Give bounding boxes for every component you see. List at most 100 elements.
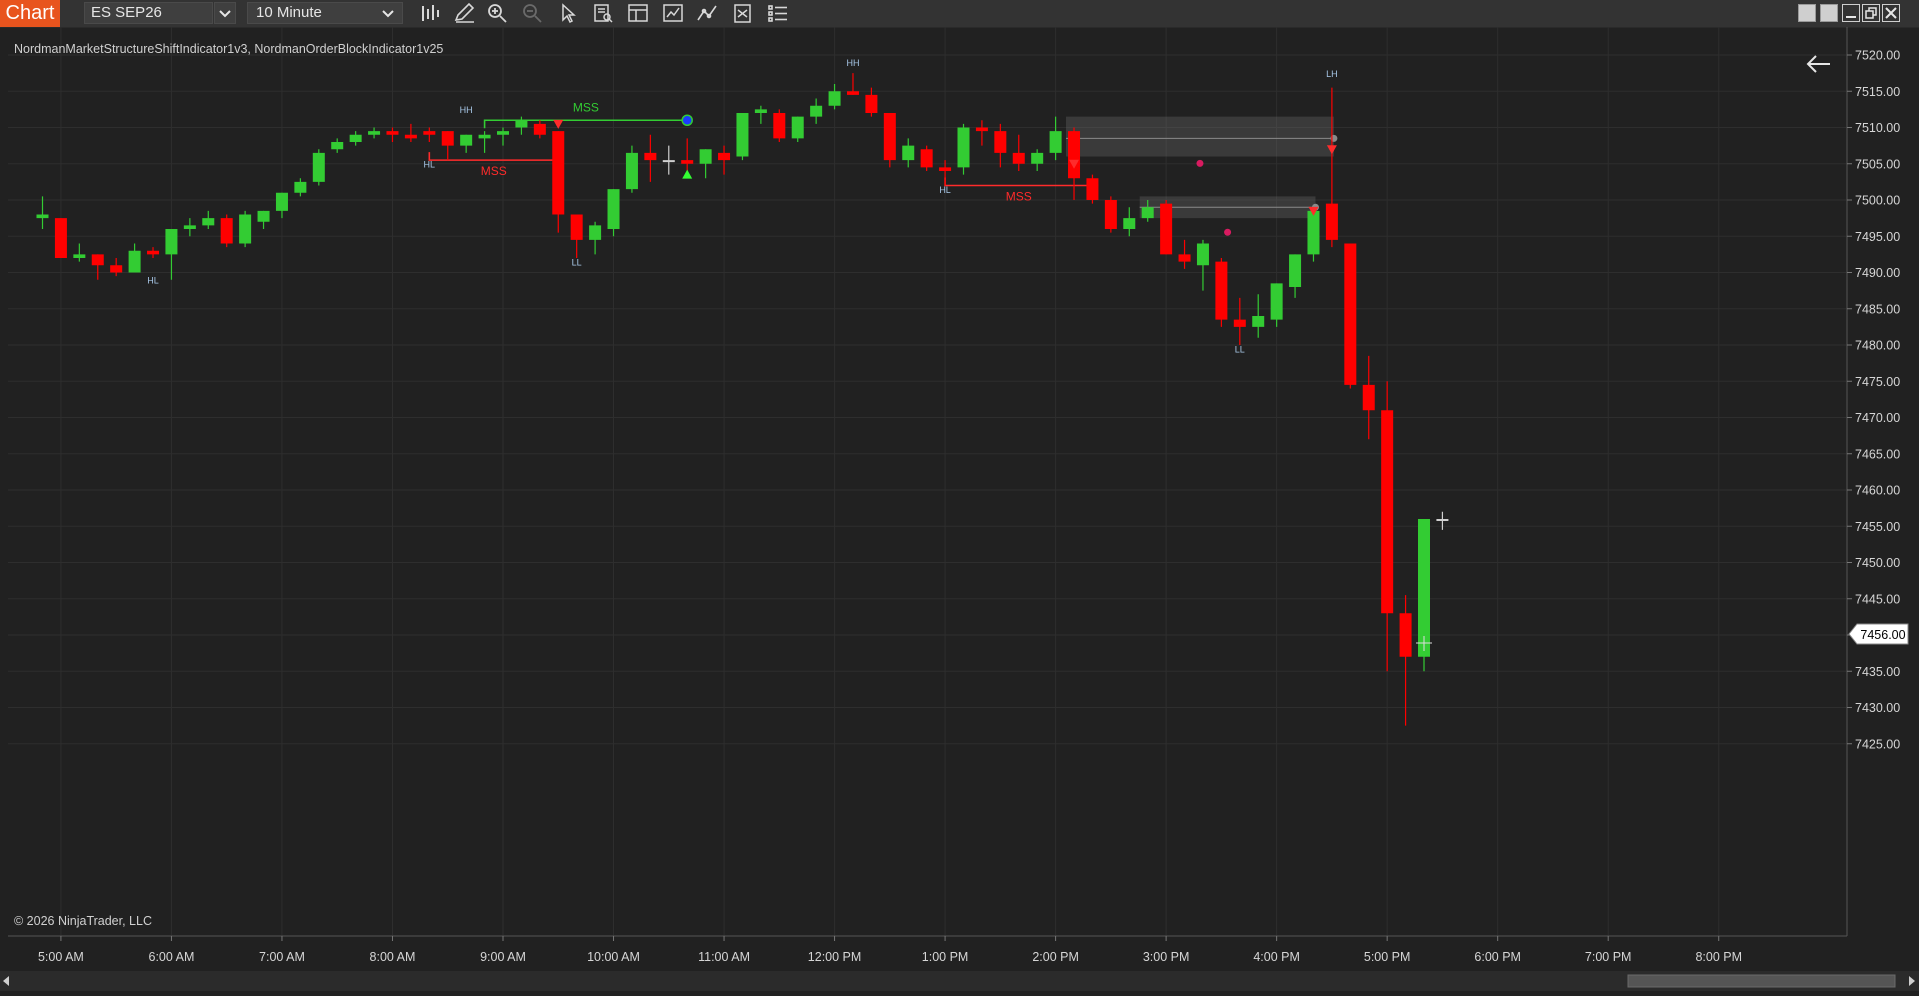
restore-button[interactable] <box>1798 4 1816 22</box>
chevron-down-icon <box>219 10 231 18</box>
candle-body <box>73 254 86 258</box>
candle-body <box>810 105 823 117</box>
price-axis: 7520.00 7515.00 7510.00 7505.00 7500.00 7495.… <box>1847 49 1900 751</box>
current-price-marker: 7456.00 <box>1848 623 1909 645</box>
strategies-button[interactable] <box>660 2 686 24</box>
price-tick-label: 7515.00 <box>1855 85 1900 99</box>
time-tick-label: 5:00 PM <box>1364 950 1411 964</box>
candle-body <box>1012 152 1025 164</box>
instrument-dropdown-button[interactable] <box>214 2 236 24</box>
candle-body <box>552 131 565 215</box>
candle-body <box>883 113 896 161</box>
maximize-button[interactable] <box>1862 4 1880 22</box>
candle-body <box>939 167 952 171</box>
candle-body <box>1160 203 1173 255</box>
candle-body <box>423 131 436 135</box>
candle-body <box>1325 203 1338 240</box>
minimize-button[interactable] <box>1842 4 1860 22</box>
time-tick-label: 5:00 AM <box>38 950 84 964</box>
candle-body <box>920 149 933 168</box>
candle-body <box>294 181 307 193</box>
candle-body <box>865 94 878 113</box>
pointer-icon <box>562 3 576 24</box>
time-tick-label: 3:00 PM <box>1143 950 1190 964</box>
indicators-button[interactable] <box>695 2 721 24</box>
zoom-in-button[interactable] <box>485 2 511 24</box>
close-icon <box>1885 7 1897 19</box>
candle-body <box>718 152 731 161</box>
zoom-in-icon <box>488 4 507 23</box>
candle-body <box>441 131 454 146</box>
properties-button[interactable] <box>625 2 651 24</box>
price-chart[interactable]: 7520.00 7515.00 7510.00 7505.00 7500.00 7495.… <box>0 27 1919 971</box>
templates-icon <box>734 4 751 23</box>
time-tick-label: 4:00 PM <box>1253 950 1300 964</box>
instrument-selector[interactable]: ES SEP26 <box>84 2 213 24</box>
price-tick-label: 7500.00 <box>1855 194 1900 208</box>
time-scrollbar[interactable] <box>0 971 1919 991</box>
interval-selector[interactable]: 10 Minute <box>247 2 403 24</box>
candle-body <box>1399 613 1412 657</box>
back-arrow-icon[interactable] <box>1806 55 1830 73</box>
candle-body <box>1123 218 1136 229</box>
structure-label: HH <box>846 58 859 68</box>
current-price-value: 7456.00 <box>1860 628 1905 642</box>
time-tick-label: 1:00 PM <box>922 950 969 964</box>
time-tick-label: 7:00 AM <box>259 950 305 964</box>
data-box-button[interactable] <box>590 2 616 24</box>
scroll-right-icon[interactable] <box>1909 976 1915 986</box>
candle-body <box>147 250 160 255</box>
candle-body <box>662 160 675 163</box>
pointer-button[interactable] <box>555 2 581 24</box>
price-tick-label: 7505.00 <box>1855 157 1900 171</box>
candle-body <box>699 149 712 164</box>
scroll-left-icon[interactable] <box>3 976 9 986</box>
bar-type-button[interactable] <box>417 2 443 24</box>
bar-type-icon <box>422 5 439 21</box>
candle-body <box>1049 131 1062 153</box>
zoom-out-button[interactable] <box>520 2 546 24</box>
chart-tab[interactable]: Chart <box>0 0 60 27</box>
candle-body <box>607 189 620 229</box>
time-tick-label: 2:00 PM <box>1032 950 1079 964</box>
tile-button[interactable] <box>1820 4 1838 22</box>
menu-button[interactable] <box>765 2 791 24</box>
candle-body <box>975 127 988 132</box>
price-tick-label: 7455.00 <box>1855 520 1900 534</box>
candle-body <box>1307 210 1320 255</box>
drawing-tool-button[interactable] <box>451 2 477 24</box>
time-axis: 5:00 AM 6:00 AM 7:00 AM 8:00 AM 9:00 AM 10:00… <box>38 936 1742 964</box>
candle-body <box>736 113 749 157</box>
price-tick-label: 7435.00 <box>1855 665 1900 679</box>
candle-body <box>1233 319 1246 327</box>
candle-body <box>1104 200 1117 229</box>
templates-button[interactable] <box>730 2 756 24</box>
price-tick-label: 7470.00 <box>1855 411 1900 425</box>
candle-body <box>275 192 288 211</box>
mss-break-dot <box>681 114 693 126</box>
time-tick-label: 12:00 PM <box>808 950 862 964</box>
candle-body <box>404 134 417 139</box>
time-tick-label: 6:00 PM <box>1474 950 1521 964</box>
candle-body <box>1086 178 1099 200</box>
candle-body <box>368 131 381 135</box>
structure-label: LL <box>572 257 582 267</box>
time-tick-label: 11:00 AM <box>698 950 750 964</box>
maximize-icon <box>1865 7 1877 19</box>
zoom-out-icon <box>523 4 542 23</box>
candle-body <box>533 123 546 135</box>
strategies-icon <box>663 4 683 22</box>
structure-label: LH <box>1326 69 1338 79</box>
candle-body <box>681 160 694 164</box>
candle-body <box>128 250 141 273</box>
scroll-thumb[interactable] <box>1627 974 1896 988</box>
data-box-icon <box>594 4 613 23</box>
candle-body <box>791 116 804 139</box>
candle-body <box>497 131 509 135</box>
candle-body <box>386 131 399 135</box>
candle-body <box>515 120 528 128</box>
candle-body <box>994 131 1007 153</box>
candle-body <box>1196 243 1209 266</box>
candle-body <box>183 225 196 229</box>
close-button[interactable] <box>1882 4 1900 22</box>
